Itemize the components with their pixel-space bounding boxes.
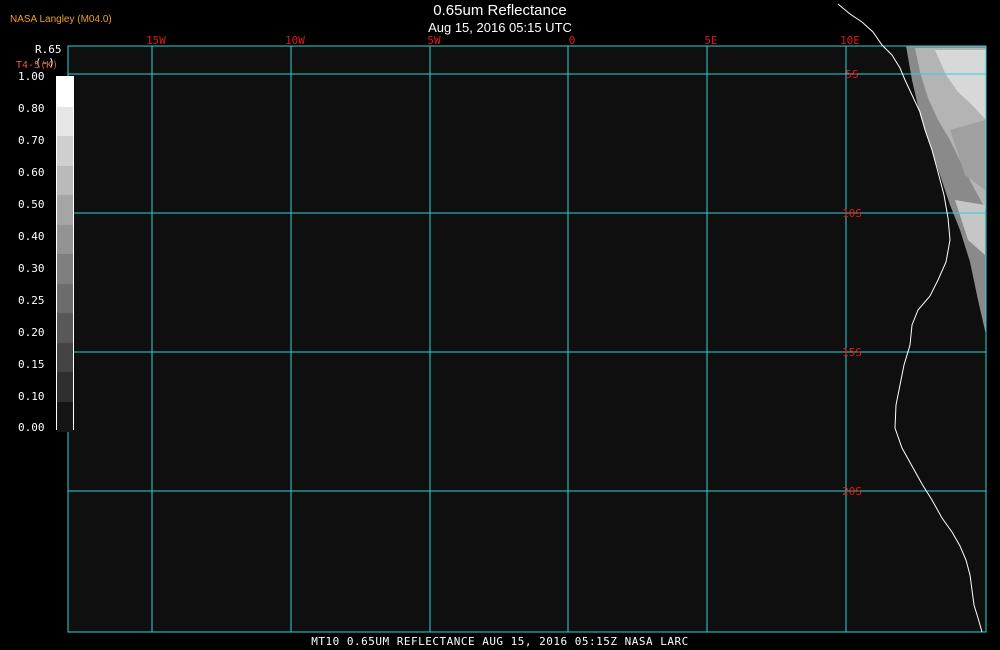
colorbar-tick-label: 0.15: [18, 358, 45, 371]
colorbar-segment: [57, 106, 73, 137]
colorbar-tick-label: 0.25: [18, 294, 45, 307]
colorbar-segment: [57, 136, 73, 166]
latitude-label: 20S: [842, 485, 862, 498]
colorbar-segment: [57, 254, 73, 284]
longitude-label: 10W: [285, 34, 305, 47]
page-title: 0.65um Reflectance: [433, 2, 567, 19]
colorbar-tick-label: 0.80: [18, 102, 45, 115]
colorbar-segment: [57, 195, 73, 225]
colorbar-segment: [57, 372, 73, 402]
colorbar-segment: [57, 77, 73, 107]
colorbar-tick-label: 0.70: [18, 134, 45, 147]
colorbar-tick-label: 0.00: [18, 421, 45, 434]
colorbar-tick-label: 1.00: [18, 70, 45, 83]
colorbar-tick-label: 0.20: [18, 326, 45, 339]
colorbar-segment: [57, 313, 73, 343]
colorbar-segment: [57, 342, 73, 373]
map-background: [68, 46, 986, 632]
colorbar-segment: [57, 283, 73, 314]
latitude-label: 15S: [842, 346, 862, 359]
colorbar-segment: [57, 401, 73, 432]
longitude-label: 5W: [427, 34, 441, 47]
colorbar-segment: [57, 165, 73, 196]
longitude-label: 0: [569, 34, 576, 47]
longitude-label: 10E: [840, 34, 860, 47]
timestamp: Aug 15, 2016 05:15 UTC: [428, 20, 572, 35]
colorbar-tick-label: 0.50: [18, 198, 45, 211]
colorbar-tick-label: 0.30: [18, 262, 45, 275]
latitude-label: 5S: [845, 68, 858, 81]
colorbar-segment: [57, 224, 73, 255]
colorbar-tick-label: 0.10: [18, 390, 45, 403]
footer-caption: MT10 0.65UM REFLECTANCE AUG 15, 2016 05:…: [311, 635, 689, 648]
longitude-label: 15W: [146, 34, 166, 47]
colorbar-tick-label: 0.60: [18, 166, 45, 179]
latitude-label: 10S: [842, 207, 862, 220]
longitude-label: 5E: [704, 34, 717, 47]
colorbar-tick-label: 0.40: [18, 230, 45, 243]
satellite-map: 15W 10W 5W 0 5E 10E 5S 10S 15S 20S: [0, 0, 1000, 650]
colorbar: [56, 76, 74, 432]
colorbar-label-primary: R.65: [35, 43, 62, 56]
